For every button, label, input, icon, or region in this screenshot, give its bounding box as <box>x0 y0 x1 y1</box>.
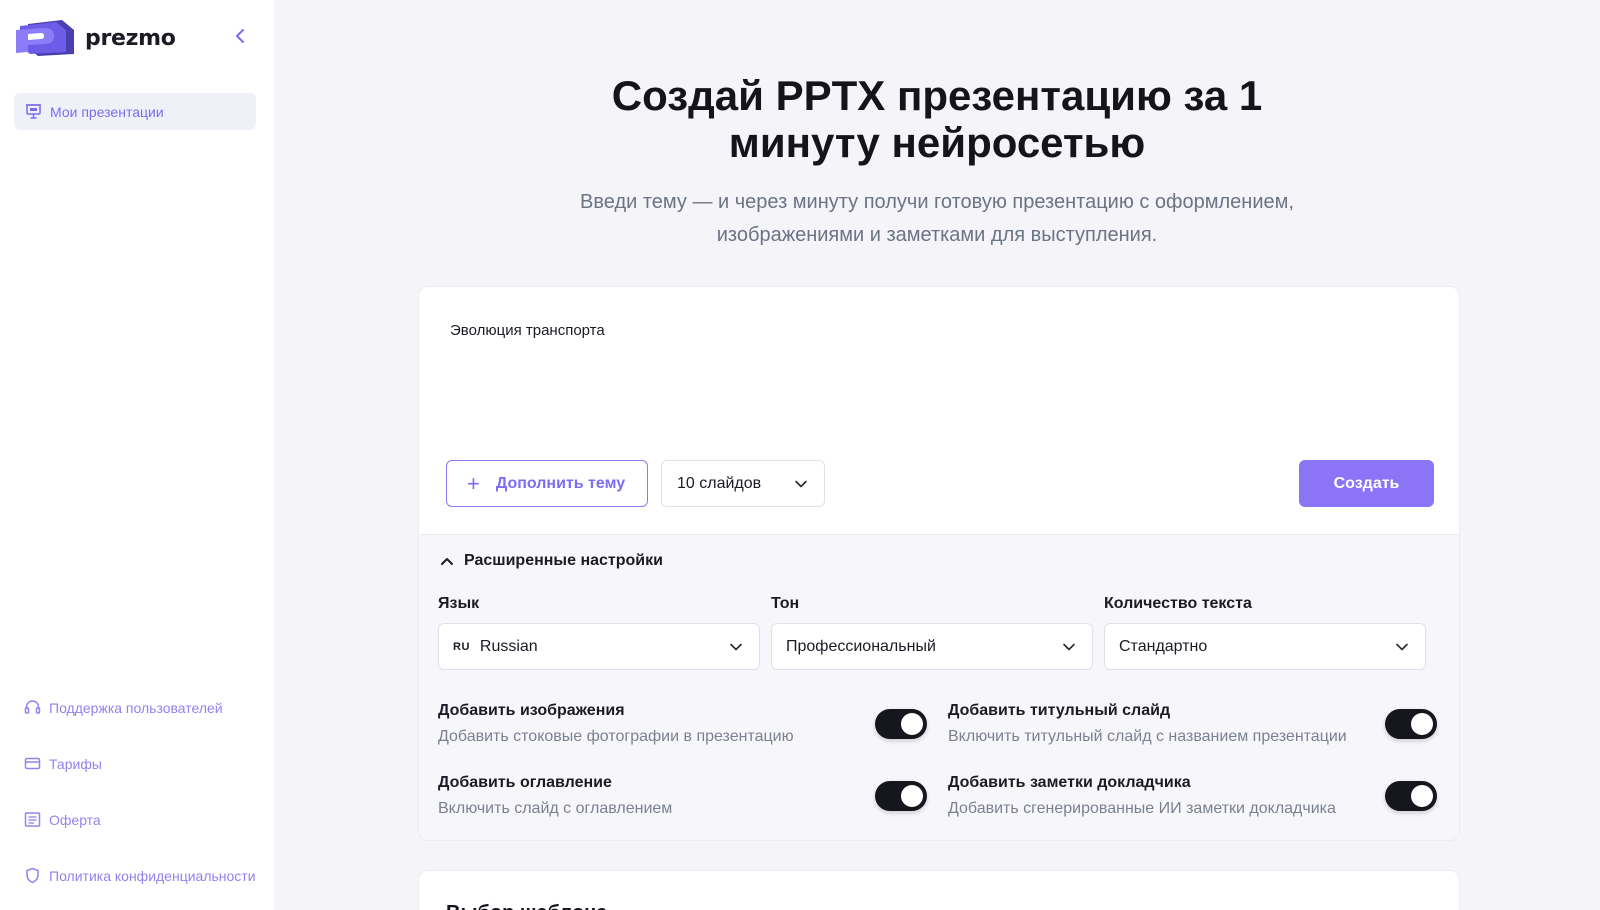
document-icon <box>24 812 41 827</box>
chevron-down-icon <box>730 643 742 650</box>
create-presentation-card: Эволюция транспорта + Дополнить тему 10 … <box>418 286 1460 841</box>
advanced-settings-toggle[interactable]: Расширенные настройки <box>440 552 663 570</box>
template-selection-card: Выбор шаблона <box>418 870 1460 910</box>
sidebar-item-support[interactable]: Поддержка пользователей <box>24 699 223 716</box>
chevron-up-icon <box>441 557 453 565</box>
text-amount-select[interactable]: Стандартно <box>1104 623 1426 670</box>
sidebar-item-privacy-policy[interactable]: Политика конфиденциальности <box>24 867 256 884</box>
prezmo-logo-icon <box>16 20 74 56</box>
advanced-settings-panel: Расширенные настройки Язык Тон Количеств… <box>419 534 1459 840</box>
text-amount-label: Количество текста <box>1104 595 1252 612</box>
sidebar: prezmo Мои презентации Поддержка пользов… <box>0 0 274 910</box>
option-toc-desc: Включить слайд с оглавлением <box>438 800 673 817</box>
sidebar-item-offer[interactable]: Оферта <box>24 811 101 828</box>
shield-icon <box>26 867 39 884</box>
tone-select[interactable]: Профессиональный <box>771 623 1093 670</box>
collapse-sidebar-button[interactable] <box>230 26 250 46</box>
language-select[interactable]: RU Russian <box>438 623 760 670</box>
option-images-title: Добавить изображения <box>438 702 625 719</box>
sidebar-item-label: Тарифы <box>49 755 102 772</box>
brand-name: prezmo <box>85 25 176 51</box>
toggle-knob <box>1411 785 1433 807</box>
option-images-desc: Добавить стоковые фотографии в презентац… <box>438 728 794 745</box>
topic-input[interactable]: Эволюция транспорта <box>450 322 605 339</box>
template-section-title: Выбор шаблона <box>446 902 607 910</box>
toggle-knob <box>901 713 923 735</box>
language-value: Russian <box>479 637 538 655</box>
sidebar-item-label: Поддержка пользователей <box>49 699 223 716</box>
card-icon <box>24 757 41 770</box>
title-slide-toggle[interactable] <box>1385 709 1437 739</box>
headset-icon <box>24 700 41 714</box>
sidebar-item-tariffs[interactable]: Тарифы <box>24 755 102 772</box>
chevron-down-icon <box>795 480 807 487</box>
chevron-down-icon <box>1396 643 1408 650</box>
slides-count-value: 10 слайдов <box>677 474 762 492</box>
chevron-left-icon <box>236 29 244 43</box>
option-title-slide-title: Добавить титульный слайд <box>948 702 1171 719</box>
sidebar-item-my-presentations[interactable]: Мои презентации <box>14 93 256 130</box>
presentation-icon <box>26 104 41 119</box>
extend-topic-label: Дополнить тему <box>495 474 626 492</box>
page-subtitle-line-2: изображениями и заметками для выступлени… <box>716 224 1158 246</box>
slides-count-select[interactable]: 10 слайдов <box>661 460 825 507</box>
toggle-knob <box>1411 713 1433 735</box>
plus-icon: + <box>467 470 480 496</box>
logo[interactable]: prezmo <box>14 18 176 58</box>
create-button[interactable]: Создать <box>1299 460 1434 507</box>
advanced-settings-label: Расширенные настройки <box>464 552 663 569</box>
toc-toggle[interactable] <box>875 781 927 811</box>
images-toggle[interactable] <box>875 709 927 739</box>
extend-topic-button[interactable]: + Дополнить тему <box>446 460 648 507</box>
option-speaker-notes-title: Добавить заметки докладчика <box>948 774 1191 791</box>
tone-value: Профессиональный <box>786 637 936 655</box>
page-subtitle-line-1: Введи тему — и через минуту получи готов… <box>580 191 1294 213</box>
text-amount-value: Стандартно <box>1119 637 1208 655</box>
page-title: Создай PPTX презентацию за 1 минуту нейр… <box>274 72 1600 166</box>
sidebar-item-label: Мои презентации <box>50 103 164 120</box>
sidebar-item-label: Оферта <box>49 811 101 828</box>
option-speaker-notes-desc: Добавить сгенерированные ИИ заметки докл… <box>948 800 1336 817</box>
page-title-line-2: минуту нейросетью <box>728 119 1146 166</box>
option-title-slide-desc: Включить титульный слайд с названием пре… <box>948 728 1347 745</box>
option-toc-title: Добавить оглавление <box>438 774 612 791</box>
language-flag: RU <box>453 640 470 653</box>
chevron-down-icon <box>1063 643 1075 650</box>
page-subtitle: Введи тему — и через минуту получи готов… <box>274 186 1600 252</box>
tone-label: Тон <box>771 595 800 612</box>
toggle-knob <box>901 785 923 807</box>
sidebar-item-label: Политика конфиденциальности <box>49 867 256 884</box>
page-title-line-1: Создай PPTX презентацию за 1 <box>611 72 1263 119</box>
speaker-notes-toggle[interactable] <box>1385 781 1437 811</box>
language-label: Язык <box>438 595 480 612</box>
